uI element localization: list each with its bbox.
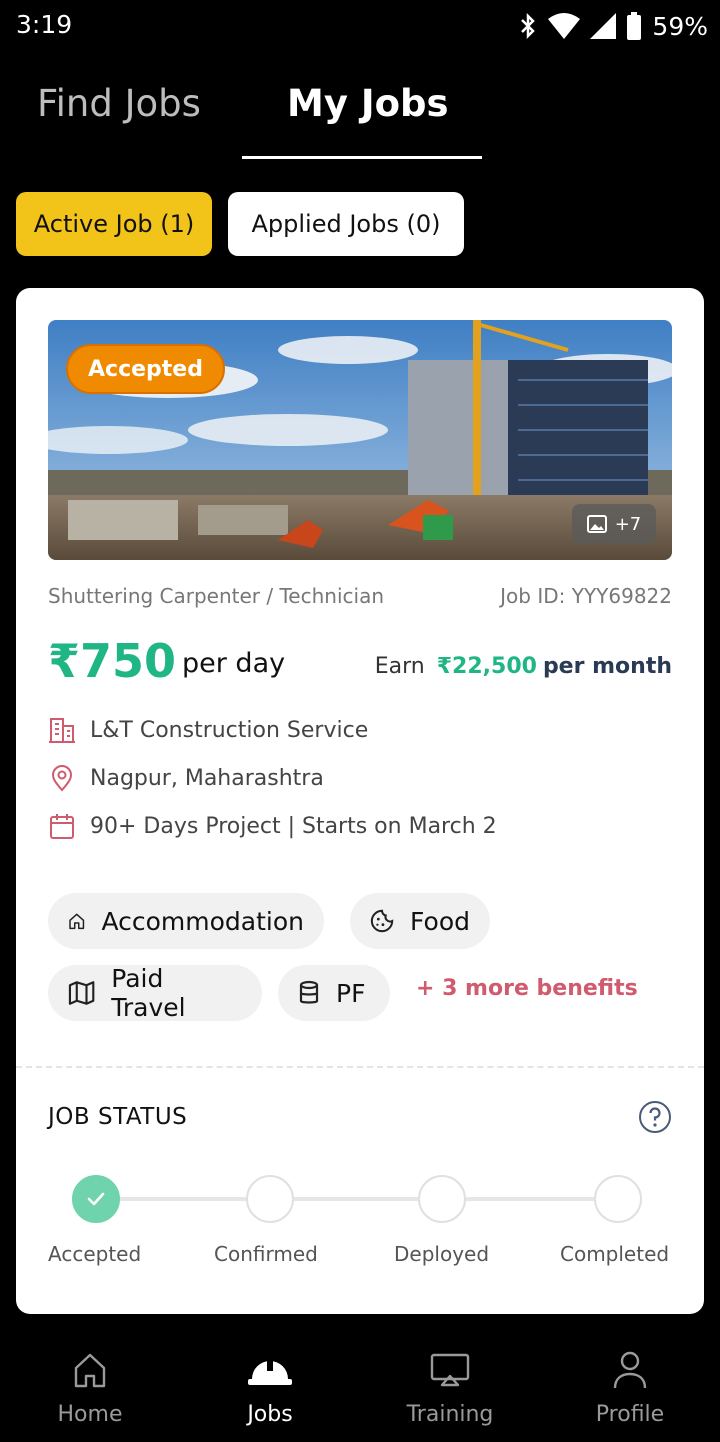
nav-home[interactable]: Home: [0, 1334, 180, 1442]
earn-label: Earn: [374, 654, 425, 679]
benefit-label: Paid Travel: [111, 964, 186, 1022]
step-completed-dot: [594, 1175, 642, 1223]
bottom-nav: Home Jobs Training Profile: [0, 1334, 720, 1442]
step-deployed-dot: [418, 1175, 466, 1223]
bluetooth-icon: [521, 12, 536, 40]
hard-hat-icon: [248, 1357, 292, 1385]
step-label: Confirmed: [214, 1242, 318, 1266]
earn-period: per month: [542, 654, 672, 679]
benefit-food: Food: [350, 893, 490, 949]
benefit-label: Accommodation: [101, 906, 304, 936]
step-label: Deployed: [394, 1242, 490, 1266]
daily-pay-amount: ₹750: [48, 634, 177, 688]
screen-icon: [430, 1353, 470, 1387]
image-icon: [586, 515, 607, 533]
nav-label: Home: [57, 1402, 123, 1427]
top-tabs: Find Jobs My Jobs: [0, 60, 720, 160]
monthly-earnings: Earn ₹22,500 per month: [375, 654, 672, 679]
battery-icon: [627, 12, 642, 40]
nav-label: Training: [406, 1402, 494, 1427]
nav-label: Jobs: [247, 1402, 293, 1427]
job-location: Nagpur, Maharashtra: [90, 765, 324, 791]
photo-count-badge[interactable]: +7: [572, 504, 656, 544]
company-row: L&T Construction Service: [48, 712, 368, 748]
benefit-paid-travel: Paid Travel: [48, 964, 262, 1022]
more-benefits-link[interactable]: + 3 more benefits: [416, 976, 638, 1001]
active-tab-indicator: [242, 156, 482, 159]
benefit-label: PF: [336, 978, 366, 1008]
food-icon: [370, 909, 394, 933]
nav-label: Profile: [595, 1402, 665, 1427]
job-card[interactable]: Accepted +7 Shuttering Carpenter / Techn…: [16, 288, 704, 1314]
building-icon: [48, 716, 76, 744]
wifi-icon: [548, 13, 581, 39]
status-track-line: [294, 1197, 420, 1201]
check-icon: [87, 1192, 105, 1206]
earn-amount: ₹22,500: [436, 654, 537, 679]
accepted-badge: Accepted: [66, 344, 225, 394]
map-icon: [68, 981, 95, 1005]
benefit-label: Food: [410, 906, 470, 936]
location-row: Nagpur, Maharashtra: [48, 760, 324, 796]
location-pin-icon: [48, 764, 76, 792]
benefit-accommodation: Accommodation: [48, 893, 324, 949]
status-time: 3:19: [16, 10, 73, 39]
nav-profile[interactable]: Profile: [540, 1334, 720, 1442]
nav-jobs[interactable]: Jobs: [180, 1334, 360, 1442]
benefit-pf: PF: [278, 965, 390, 1021]
daily-pay-unit: per day: [182, 648, 286, 679]
tab-my-jobs[interactable]: My Jobs: [287, 82, 449, 125]
step-confirmed-dot: [246, 1175, 294, 1223]
job-title: Shuttering Carpenter / Technician: [48, 584, 384, 608]
home-icon: [74, 1353, 106, 1388]
applied-jobs-chip[interactable]: Applied Jobs (0): [228, 192, 464, 256]
photo-count: +7: [614, 513, 642, 535]
job-photo[interactable]: Accepted +7: [48, 320, 672, 560]
company-name: L&T Construction Service: [90, 717, 369, 743]
project-duration: 90+ Days Project | Starts on March 2: [90, 813, 497, 839]
home-icon: [69, 913, 85, 930]
person-icon: [613, 1351, 647, 1389]
job-status-title: JOB STATUS: [48, 1104, 188, 1130]
status-track-line: [466, 1197, 596, 1201]
signal-icon: [590, 13, 617, 39]
active-job-chip[interactable]: Active Job (1): [16, 192, 212, 256]
battery-percentage: 59%: [652, 11, 708, 41]
status-bar: 3:19 59%: [0, 0, 720, 54]
help-icon[interactable]: [638, 1100, 672, 1134]
job-id: Job ID: YYY69822: [500, 584, 672, 608]
tab-find-jobs[interactable]: Find Jobs: [37, 82, 201, 125]
status-icons: 59%: [518, 10, 708, 42]
step-accepted-dot: [72, 1175, 120, 1223]
duration-row: 90+ Days Project | Starts on March 2: [48, 808, 497, 844]
step-label: Accepted: [48, 1242, 142, 1266]
status-track-line: [120, 1197, 248, 1201]
database-icon: [299, 980, 319, 1004]
nav-training[interactable]: Training: [360, 1334, 540, 1442]
step-label: Completed: [560, 1242, 670, 1266]
card-divider: [16, 1066, 704, 1068]
calendar-icon: [48, 812, 76, 840]
